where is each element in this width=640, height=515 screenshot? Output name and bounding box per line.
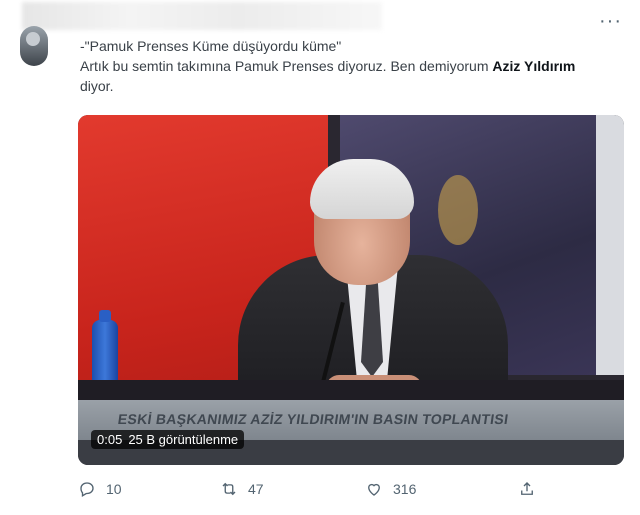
share-button[interactable]: [518, 480, 536, 498]
more-icon[interactable]: ···: [599, 10, 622, 33]
video-time-views-badge: 0:05 25 B görüntülenme: [91, 430, 245, 449]
tweet-text-suffix: diyor.: [80, 78, 114, 94]
share-icon: [521, 482, 533, 495]
video-views: 25 B görüntülenme: [128, 432, 239, 447]
tweet-text-bold: Aziz Yıldırım: [492, 58, 576, 74]
tweet-line-2: Artık bu semtin takımına Pamuk Prenses d…: [80, 56, 580, 96]
tweet-actions: 10 47 316: [78, 480, 624, 502]
retweet-count: 47: [248, 481, 264, 497]
author-name-blurred: [22, 2, 382, 30]
reply-icon: [80, 482, 94, 497]
retweet-icon: [222, 482, 236, 496]
background-wall: [596, 115, 624, 375]
background-flag-emblem: [438, 175, 478, 245]
desk: [78, 380, 624, 400]
avatar[interactable]: [20, 26, 48, 66]
tweet-text-prefix: Artık bu semtin takımına Pamuk Prenses d…: [80, 58, 493, 74]
retweet-button[interactable]: 47: [220, 480, 264, 498]
reply-button[interactable]: 10: [78, 480, 122, 498]
like-icon: [368, 483, 380, 496]
tweet-text: -"Pamuk Prenses Küme düşüyordu küme" Art…: [80, 36, 580, 96]
video-time: 0:05: [97, 432, 123, 447]
tweet-line-1: -"Pamuk Prenses Küme düşüyordu küme": [80, 38, 342, 54]
like-count: 316: [393, 481, 417, 497]
like-button[interactable]: 316: [365, 480, 416, 498]
reply-count: 10: [106, 481, 122, 497]
video-player[interactable]: ESKİ BAŞKANIMIZ AZİZ YILDIRIM'IN BASIN T…: [78, 115, 624, 465]
lower-third-caption: ESKİ BAŞKANIMIZ AZİZ YILDIRIM'IN BASIN T…: [116, 411, 510, 427]
